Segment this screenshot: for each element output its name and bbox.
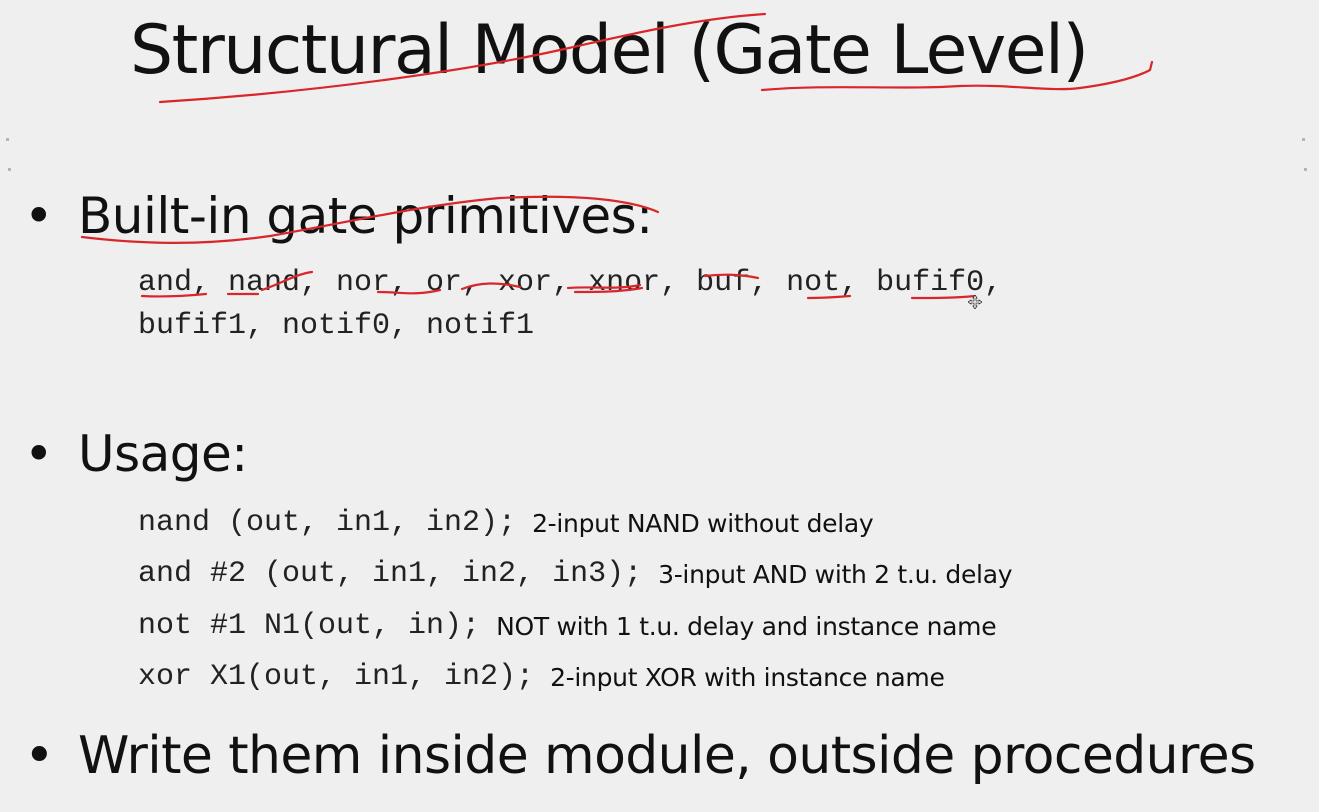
usage-row-and: and #2 (out, in1, in2, in3); 3-input AND… (138, 554, 1013, 594)
edge-speck (1304, 168, 1307, 171)
usage-row-not: not #1 N1(out, in); NOT with 1 t.u. dela… (138, 606, 997, 646)
edge-speck (8, 168, 11, 171)
gate-list-line-2: bufif1, notif0, notif1 (138, 309, 535, 343)
usage-description: 3-input AND with 2 t.u. delay (658, 559, 1013, 589)
usage-code: nand (out, in1, in2); (138, 506, 517, 540)
bullet-dot: • (24, 726, 55, 786)
gate-list-line-1: and, nand, nor, or, xor, xnor, buf, not,… (138, 266, 1003, 300)
usage-code: not #1 N1(out, in); (138, 609, 481, 643)
slide: Structural Model (Gate Level) • Built-in… (0, 0, 1319, 812)
edge-speck (1302, 138, 1305, 141)
bullet-dot: • (24, 187, 54, 245)
usage-description: 2-input XOR with instance name (550, 662, 945, 692)
usage-code: and #2 (out, in1, in2, in3); (138, 557, 643, 591)
slide-title: Structural Model (Gate Level) (130, 11, 1089, 90)
usage-row-nand: nand (out, in1, in2); 2-input NAND witho… (138, 503, 874, 543)
move-cursor-icon (968, 295, 982, 309)
edge-speck (6, 138, 9, 141)
bullet-dot: • (24, 425, 54, 483)
usage-row-xor: xor X1(out, in1, in2); 2-input XOR with … (138, 657, 945, 697)
bullet-label: Write them inside module, outside proced… (78, 726, 1256, 786)
usage-description: NOT with 1 t.u. delay and instance name (496, 611, 997, 641)
usage-code: xor X1(out, in1, in2); (138, 660, 535, 694)
bullet-label: Usage: (78, 425, 248, 483)
bullet-label: Built-in gate primitives: (78, 187, 653, 245)
usage-description: 2-input NAND without delay (532, 508, 874, 538)
